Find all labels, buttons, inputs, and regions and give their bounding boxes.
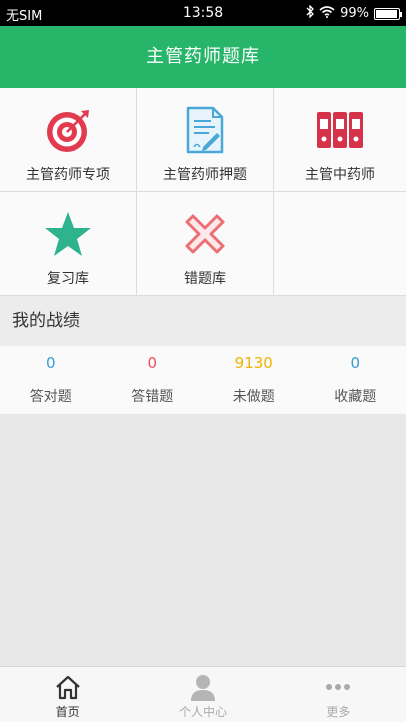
page-title: 主管药师题库 [146, 46, 260, 67]
stat-value: 0 [147, 354, 158, 372]
status-bar: 无SIM 13:58 99% [0, 0, 406, 26]
stat-value: 9130 [234, 354, 273, 372]
menu-item-empty [274, 192, 406, 296]
stat-correct[interactable]: 0 答对题 [0, 346, 102, 414]
battery-icon [374, 7, 402, 20]
home-icon [53, 673, 83, 701]
menu-item-label: 主管中药师 [305, 167, 375, 183]
tab-bar: 首页 个人中心 更多 [0, 666, 406, 722]
stat-label: 未做题 [232, 389, 275, 405]
content-area [0, 414, 406, 666]
stat-favorites[interactable]: 0 收藏题 [305, 346, 406, 414]
stats-row: 0 答对题 0 答错题 9130 未做题 0 收藏题 [0, 346, 406, 414]
star-icon [38, 208, 98, 260]
more-dots-icon [323, 673, 353, 701]
stat-label: 收藏题 [334, 389, 377, 405]
tab-label: 首页 [55, 705, 80, 719]
stat-label: 答对题 [29, 389, 72, 405]
tab-home[interactable]: 首页 [0, 667, 135, 722]
wifi-icon [319, 5, 335, 22]
stat-label: 答错题 [131, 389, 174, 405]
stat-value: 0 [350, 354, 361, 372]
document-pen-icon [175, 104, 235, 156]
menu-item-wrong[interactable]: 错题库 [137, 192, 274, 296]
menu-grid: 主管药师专项 主管药师押题 主管中药师 复习库 错题库 [0, 88, 406, 296]
nav-bar: 主管药师题库 [0, 26, 406, 88]
section-title: 我的战绩 [0, 296, 406, 346]
stat-undone[interactable]: 9130 未做题 [203, 346, 305, 414]
target-icon [38, 104, 98, 156]
tab-label: 个人中心 [178, 705, 227, 719]
tab-more[interactable]: 更多 [271, 667, 406, 722]
stat-value: 0 [45, 354, 56, 372]
tab-label: 更多 [326, 705, 351, 719]
binders-icon [310, 104, 370, 156]
bluetooth-icon [306, 4, 315, 22]
menu-item-label: 复习库 [47, 271, 89, 287]
battery-percent: 99% [340, 6, 369, 21]
cross-icon [175, 208, 235, 260]
tab-profile[interactable]: 个人中心 [135, 667, 270, 722]
menu-item-label: 主管药师押题 [163, 167, 247, 183]
menu-item-review[interactable]: 复习库 [0, 192, 137, 296]
user-icon [188, 673, 218, 701]
stat-wrong[interactable]: 0 答错题 [102, 346, 204, 414]
menu-item-tcm[interactable]: 主管中药师 [274, 88, 406, 192]
menu-item-label: 错题库 [184, 271, 226, 287]
menu-item-predict[interactable]: 主管药师押题 [137, 88, 274, 192]
menu-item-label: 主管药师专项 [26, 167, 110, 183]
menu-item-special[interactable]: 主管药师专项 [0, 88, 137, 192]
